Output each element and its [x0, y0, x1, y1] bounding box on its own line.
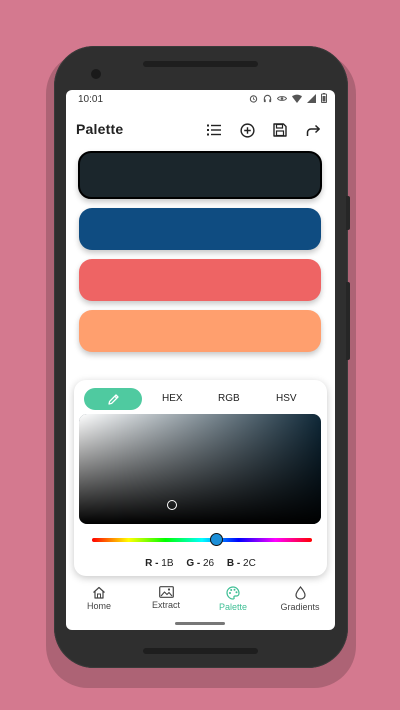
- hue-slider-thumb[interactable]: [209, 533, 223, 546]
- wifi-icon: [292, 94, 302, 103]
- nav-label-gradients: Gradients: [280, 602, 320, 612]
- red-value: 1B: [161, 558, 174, 569]
- page-title: Palette: [76, 121, 124, 137]
- status-bar: 10:01: [66, 90, 335, 110]
- top-speaker: [143, 61, 258, 67]
- nav-label-extract: Extract: [151, 600, 180, 610]
- color-swatch[interactable]: [79, 208, 321, 250]
- status-icons: [249, 93, 327, 103]
- headset-icon: [263, 94, 272, 102]
- nav-item-extract[interactable]: Extract: [136, 586, 196, 610]
- app-screen: 10:01 Palette HEX RGB HSV R - 1B G - 26 …: [66, 90, 335, 630]
- palette-icon: [226, 586, 240, 600]
- hue-slider[interactable]: [92, 538, 312, 542]
- green-readout: G - 26: [186, 558, 214, 569]
- color-swatch-selected[interactable]: [78, 151, 322, 199]
- color-picker-card: HEX RGB HSV R - 1B G - 26 B - 2C: [74, 380, 327, 576]
- sv-black-layer: [79, 414, 321, 524]
- share-button[interactable]: [303, 120, 323, 140]
- tab-rgb[interactable]: RGB: [218, 393, 240, 404]
- add-color-button[interactable]: [237, 120, 257, 140]
- nav-label-palette: Palette: [218, 602, 248, 612]
- signal-icon: [307, 93, 316, 103]
- blue-label: B -: [226, 558, 241, 569]
- green-label: G -: [186, 558, 201, 569]
- front-camera: [91, 69, 101, 79]
- tab-hsv[interactable]: HSV: [276, 393, 297, 404]
- color-swatch[interactable]: [79, 259, 321, 301]
- droplet-icon: [294, 586, 306, 600]
- green-value: 26: [202, 558, 215, 569]
- add-circle-icon: [239, 122, 255, 138]
- gesture-bar[interactable]: [175, 622, 225, 625]
- tab-picker[interactable]: [84, 388, 142, 410]
- bottom-speaker: [143, 648, 258, 654]
- app-header: Palette: [66, 114, 335, 146]
- list-button[interactable]: [204, 120, 224, 140]
- list-icon: [207, 124, 221, 136]
- saturation-value-area[interactable]: [79, 414, 321, 524]
- home-icon: [93, 586, 105, 599]
- share-icon: [306, 124, 320, 136]
- blue-readout: B - 2C: [227, 558, 256, 569]
- red-label: R -: [145, 558, 159, 569]
- bottom-nav: Home Extract Palette Gradients: [66, 580, 335, 622]
- nav-item-palette[interactable]: Palette: [203, 586, 263, 612]
- battery-icon: [321, 93, 327, 103]
- alarm-icon: [249, 94, 258, 103]
- tab-hex[interactable]: HEX: [162, 393, 183, 404]
- nav-item-home[interactable]: Home: [69, 586, 129, 611]
- nav-label-home: Home: [86, 601, 111, 611]
- color-swatch[interactable]: [79, 310, 321, 352]
- volume-button: [346, 282, 350, 360]
- blue-value: 2C: [243, 558, 256, 569]
- pencil-icon: [107, 393, 119, 405]
- image-icon: [158, 586, 174, 598]
- eye-icon: [277, 95, 287, 101]
- nav-item-gradients[interactable]: Gradients: [270, 586, 330, 612]
- status-time: 10:01: [78, 94, 104, 105]
- rgb-readout: R - 1B G - 26 B - 2C: [74, 558, 327, 569]
- red-readout: R - 1B: [145, 558, 173, 569]
- picker-tabs: HEX RGB HSV: [74, 380, 327, 410]
- sv-cursor[interactable]: [167, 500, 177, 510]
- save-button[interactable]: [270, 120, 290, 140]
- save-icon: [273, 123, 287, 137]
- power-button: [346, 196, 350, 230]
